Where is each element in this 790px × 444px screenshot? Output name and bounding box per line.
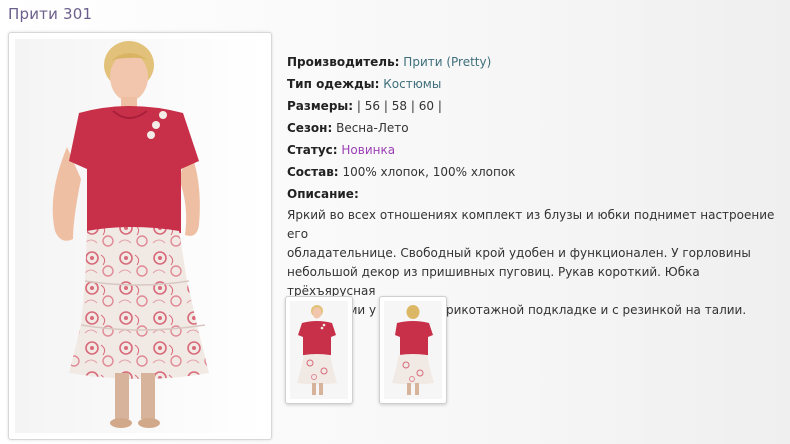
composition-label: Состав: <box>287 165 339 179</box>
description-line: обладательнице. Свободный крой удобен и … <box>287 246 751 260</box>
status-label: Статус: <box>287 143 338 157</box>
sizes-separator: | <box>356 99 361 113</box>
sizes-separator: | <box>383 99 388 113</box>
composition-value: 100% хлопок, 100% хлопок <box>342 165 516 179</box>
front-thumbnail-image <box>290 301 348 399</box>
season-row: Сезон: Весна-Лето <box>287 117 777 139</box>
manufacturer-link[interactable]: Прити (Pretty) <box>403 55 491 69</box>
back-thumbnail-image <box>384 301 442 399</box>
description-label: Описание: <box>287 187 359 201</box>
description-text: Яркий во всех отношениях комплект из блу… <box>287 206 777 320</box>
product-details: Производитель: Прити (Pretty) Тип одежды… <box>287 51 777 320</box>
size-option: 60 <box>418 99 435 113</box>
main-product-photo[interactable] <box>15 39 265 433</box>
description-line: Яркий во всех отношениях комплект из блу… <box>287 208 775 241</box>
description-line: небольшой декор из пришивных пуговиц. Ру… <box>287 265 700 298</box>
clothing-type-row: Тип одежды: Костюмы <box>287 73 777 95</box>
size-option: 58 <box>391 99 408 113</box>
season-label: Сезон: <box>287 121 333 135</box>
clothing-type-label: Тип одежды: <box>287 77 380 91</box>
description-line: со сборками у швов, на трикотажной подкл… <box>287 303 747 317</box>
thumbnail-back[interactable] <box>379 296 447 404</box>
manufacturer-label: Производитель: <box>287 55 400 69</box>
sizes-label: Размеры: <box>287 99 354 113</box>
size-option: 56 <box>364 99 381 113</box>
season-value: Весна-Лето <box>336 121 409 135</box>
product-title: Прити 301 <box>8 5 93 23</box>
manufacturer-row: Производитель: Прити (Pretty) <box>287 51 777 73</box>
product-page: Прити 301 Производитель: Прити (Pretty) … <box>0 0 790 444</box>
sizes-row: Размеры: | 56 | 58 | 60 | <box>287 95 777 117</box>
main-image-frame[interactable] <box>8 32 272 440</box>
status-row: Статус: Новинка <box>287 139 777 161</box>
clothing-type-link[interactable]: Костюмы <box>383 77 441 91</box>
composition-row: Состав: 100% хлопок, 100% хлопок <box>287 161 777 183</box>
description-heading-row: Описание: <box>287 183 777 205</box>
thumbnail-front[interactable] <box>285 296 353 404</box>
status-link[interactable]: Новинка <box>341 143 395 157</box>
sizes-separator: | <box>410 99 415 113</box>
sizes-separator: | <box>437 99 442 113</box>
